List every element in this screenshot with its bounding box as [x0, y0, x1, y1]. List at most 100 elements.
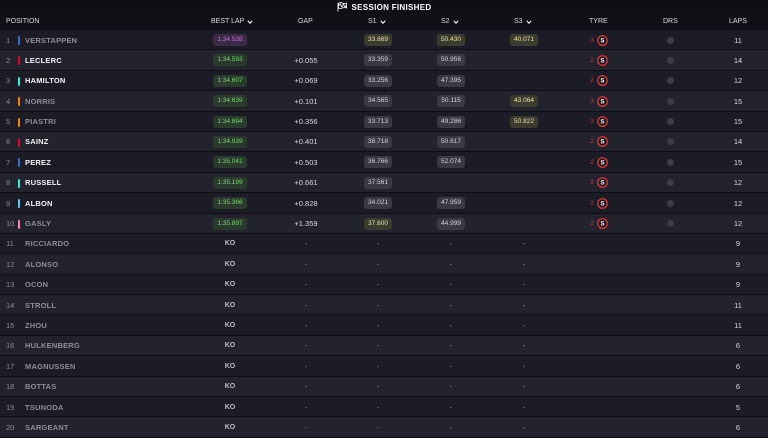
s3-value: -	[522, 239, 526, 249]
drs-cell	[662, 50, 678, 70]
position-number: 4	[6, 96, 11, 106]
tyre-cell: 2S	[584, 193, 614, 213]
soft-tyre-icon: S	[596, 197, 608, 209]
laps-count: 14	[733, 55, 743, 65]
s3-cell	[504, 71, 544, 91]
position-number: 11	[6, 239, 14, 249]
s1-cell: -	[358, 275, 398, 295]
best-lap-cell: KO	[210, 234, 250, 254]
s1-cell: 33.256	[358, 71, 398, 91]
gap-value: -	[304, 239, 308, 249]
s1-value: -	[376, 280, 380, 290]
team-color-bar	[18, 97, 20, 107]
tyre-cell	[584, 336, 614, 356]
table-row[interactable]: 18 BOTTAS KO - - - - 6	[0, 376, 768, 398]
drs-cell	[662, 254, 678, 274]
table-row[interactable]: 6 SAINZ 1:34.939 +0.401 38.718 50.617 2 S 14	[0, 131, 768, 153]
table-row[interactable]: 13 OCON KO - - - - 9	[0, 274, 768, 296]
table-row[interactable]: 16 HULKENBERG KO - - - - 6	[0, 335, 768, 357]
position-number: 20	[6, 422, 15, 432]
laps-count: 15	[733, 157, 743, 167]
drs-cell	[662, 173, 678, 193]
s2-cell: 52.074	[431, 152, 471, 172]
s1-time: 37.561	[364, 176, 392, 189]
tyre-cell: 2S	[584, 71, 614, 91]
tyre-age: 2	[590, 179, 594, 187]
s2-value: -	[449, 300, 453, 310]
best-lap-time: 1:35.897	[213, 217, 247, 230]
table-row[interactable]: 17 MAGNUSSEN KO - - - - 6	[0, 356, 768, 377]
gap-value: -	[304, 402, 308, 412]
svg-text:S: S	[600, 222, 604, 228]
driver-name: GASLY	[25, 219, 52, 229]
s1-cell: 33.359	[358, 50, 398, 70]
header-best-lap-label: BEST LAP	[211, 18, 245, 25]
table-row[interactable]: 8 RUSSELL 1:35.199 +0.661 37.561 2 S 12	[0, 172, 768, 194]
tyre-age: 2	[590, 158, 594, 166]
table-row[interactable]: 19 TSUNODA KO - - - - 5	[0, 397, 768, 418]
table-row[interactable]: 2 LECLERC 1:34.593 +0.055 33.359 50.956 2 S 14	[0, 50, 768, 71]
s3-value: -	[522, 341, 526, 351]
drs-cell	[662, 214, 678, 234]
s1-cell: 37.600	[358, 214, 398, 234]
s3-cell: -	[504, 377, 544, 397]
gap-cell: +0.356	[288, 112, 324, 132]
position-number: 6	[6, 137, 11, 147]
s1-value: -	[376, 259, 380, 269]
laps-count: 11	[734, 300, 742, 310]
s1-cell: -	[358, 234, 398, 254]
s3-cell: -	[504, 295, 544, 315]
s2-cell: 50.617	[431, 132, 471, 152]
gap-value: -	[304, 280, 308, 290]
table-row[interactable]: 4 NORRIS 1:34.639 +0.101 34.565 50.115 43.064 3…	[0, 91, 768, 112]
gap-cell: -	[288, 336, 324, 356]
tyre-cell	[584, 417, 614, 437]
best-lap-time: 1:35.366	[213, 197, 247, 210]
table-row[interactable]: 15 ZHOU KO - - - - 11	[0, 315, 768, 336]
table-row[interactable]: 20 SARGEANT KO - - - - 6	[0, 417, 768, 438]
s3-cell: -	[504, 315, 544, 335]
s2-cell: -	[431, 377, 471, 397]
gap-value: +0.356	[294, 117, 318, 127]
table-row[interactable]: 11 RICCIARDO KO - - - - 9	[0, 233, 768, 255]
table-row[interactable]: 14 STROLL KO - - - - 11	[0, 295, 768, 316]
laps-count: 9	[735, 259, 741, 269]
drs-indicator	[666, 158, 674, 166]
best-lap-cell: 1:34.538	[210, 30, 250, 50]
drs-indicator	[666, 138, 674, 146]
table-row[interactable]: 5 PIASTRI 1:34.894 +0.356 33.713 49.286 50.822…	[0, 111, 768, 132]
gap-cell: +0.069	[288, 71, 324, 91]
table-row[interactable]: 10 GASLY 1:35.897 +1.359 37.600 44.999 2 S 12	[0, 213, 768, 234]
position-number: 9	[6, 198, 11, 208]
knocked-out-label: KO	[224, 342, 236, 350]
gap-value: -	[304, 361, 308, 371]
table-row[interactable]: 7 PEREZ 1:35.041 +0.503 36.766 52.074 2 S 15	[0, 152, 768, 173]
soft-tyre-icon: S	[596, 116, 608, 127]
s1-time: 38.718	[364, 135, 392, 148]
s1-time: 33.713	[364, 115, 392, 128]
header-s3[interactable]: S3	[514, 14, 532, 30]
table-row[interactable]: 3 HAMILTON 1:34.607 +0.069 33.256 47.395 2 S 12	[0, 70, 768, 92]
position-number: 17	[6, 361, 15, 371]
s3-cell: -	[504, 417, 544, 437]
header-gap: GAP	[298, 18, 313, 25]
drs-indicator	[666, 36, 674, 44]
s1-cell: 36.766	[358, 152, 398, 172]
svg-text:S: S	[600, 38, 604, 44]
s1-cell: -	[358, 356, 398, 376]
table-row[interactable]: 12 ALONSO KO - - - - 9	[0, 254, 768, 275]
header-s2[interactable]: S2	[441, 14, 459, 30]
table-row[interactable]: 1 VERSTAPPEN 1:34.538 33.869 50.430 40.071 3 S 1…	[0, 30, 768, 51]
tyre-age: 3	[590, 118, 594, 126]
drs-cell	[662, 234, 678, 254]
best-lap-cell: 1:34.607	[210, 71, 250, 91]
laps-count: 6	[735, 361, 741, 371]
s1-value: -	[376, 382, 380, 392]
table-row[interactable]: 9 ALBON 1:35.366 +0.828 34.021 47.959 2 S 12	[0, 193, 768, 214]
gap-value: +0.503	[294, 157, 318, 167]
s1-cell: 33.713	[358, 112, 398, 132]
header-best-lap[interactable]: BEST LAP	[211, 14, 253, 30]
header-s1[interactable]: S1	[368, 14, 386, 30]
chevron-down-icon	[525, 20, 532, 25]
tyre-cell: 3S	[584, 91, 614, 111]
